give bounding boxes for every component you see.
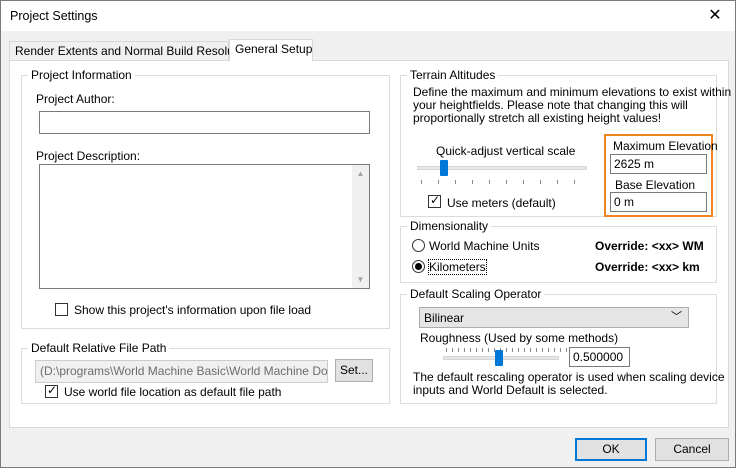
file-path-legend: Default Relative File Path <box>28 341 170 355</box>
roughness-thumb[interactable] <box>495 350 503 366</box>
ok-button[interactable]: OK <box>575 438 647 461</box>
file-path-group: Default Relative File Path (D:\programs\… <box>21 341 390 404</box>
show-info-on-load-label: Show this project's information upon fil… <box>74 303 312 317</box>
scaling-operator-legend: Default Scaling Operator <box>407 287 545 301</box>
description-scrollbar[interactable]: ▲ ▼ <box>352 165 369 288</box>
close-icon[interactable]: ✕ <box>701 4 729 28</box>
project-author-label: Project Author: <box>36 92 115 106</box>
base-elevation-input[interactable]: 0 m <box>610 192 707 212</box>
dimensionality-legend: Dimensionality <box>407 219 492 233</box>
base-elevation-label: Base Elevation <box>615 178 696 192</box>
terrain-altitudes-legend: Terrain Altitudes <box>407 68 499 82</box>
project-author-input[interactable] <box>39 111 370 134</box>
tab-general-setup[interactable]: General Setup <box>229 39 313 61</box>
set-path-button[interactable]: Set... <box>335 359 373 382</box>
show-info-on-load-checkbox[interactable] <box>55 303 68 316</box>
scaling-operator-value: Bilinear <box>424 311 465 325</box>
roughness-ticks <box>446 348 567 352</box>
window-title: Project Settings <box>10 9 98 23</box>
use-meters-checkbox[interactable] <box>428 193 441 208</box>
use-world-location-checkbox[interactable] <box>45 383 58 398</box>
radio-kilometers[interactable] <box>412 260 425 273</box>
use-world-location-label: Use world file location as default file … <box>64 385 282 399</box>
chevron-down-icon: ﹀ <box>671 311 682 323</box>
scroll-down-icon[interactable]: ▼ <box>352 271 369 288</box>
roughness-input[interactable]: 0.500000 <box>569 347 630 367</box>
cancel-button[interactable]: Cancel <box>655 438 729 461</box>
terrain-description-line-2: your heightfields. Please note that chan… <box>413 98 688 112</box>
wm-override-label: Override: <xx> WM <box>595 239 704 253</box>
maximum-elevation-label: Maximum Elevation <box>613 139 718 153</box>
vertical-scale-thumb[interactable] <box>440 160 448 176</box>
project-description-input[interactable]: ▲ ▼ <box>39 164 370 289</box>
scaling-operator-group: Default Scaling Operator Bilinear ﹀ Roug… <box>400 287 725 404</box>
use-meters-label: Use meters (default) <box>447 196 556 210</box>
terrain-altitudes-group: Terrain Altitudes Define the maximum and… <box>400 68 731 217</box>
title-bar: Project Settings ✕ <box>1 1 735 31</box>
roughness-label: Roughness (Used by some methods) <box>420 331 619 345</box>
scaling-note-line-2: inputs and World Default is selected. <box>413 383 608 397</box>
maximum-elevation-input[interactable]: 2625 m <box>610 154 707 174</box>
project-description-label: Project Description: <box>36 149 141 163</box>
project-settings-dialog: Project Settings ✕ Render Extents and No… <box>0 0 736 468</box>
project-information-legend: Project Information <box>28 68 135 82</box>
scroll-up-icon[interactable]: ▲ <box>352 165 369 182</box>
kilometers-label: Kilometers <box>428 259 487 275</box>
tab-render-extents[interactable]: Render Extents and Normal Build Resoluti… <box>9 41 253 60</box>
scaling-note-line-1: The default rescaling operator is used w… <box>413 370 725 384</box>
dimensionality-group: Dimensionality World Machine Units Overr… <box>400 219 717 283</box>
radio-world-machine-units[interactable] <box>412 239 425 252</box>
vertical-scale-ticks <box>421 180 586 184</box>
quick-adjust-label: Quick-adjust vertical scale <box>436 144 576 158</box>
project-information-group: Project Information Project Author: Proj… <box>21 68 390 329</box>
general-setup-panel: Project Information Project Author: Proj… <box>9 60 731 428</box>
file-path-input[interactable]: (D:\programs\World Machine Basic\World M… <box>35 360 328 383</box>
terrain-description-line-1: Define the maximum and minimum elevation… <box>413 85 732 99</box>
world-machine-units-label: World Machine Units <box>429 239 540 253</box>
scaling-operator-select[interactable]: Bilinear ﹀ <box>419 307 689 328</box>
terrain-description-line-3: proportionally stretch all existing heig… <box>413 111 662 125</box>
km-override-label: Override: <xx> km <box>595 260 700 274</box>
